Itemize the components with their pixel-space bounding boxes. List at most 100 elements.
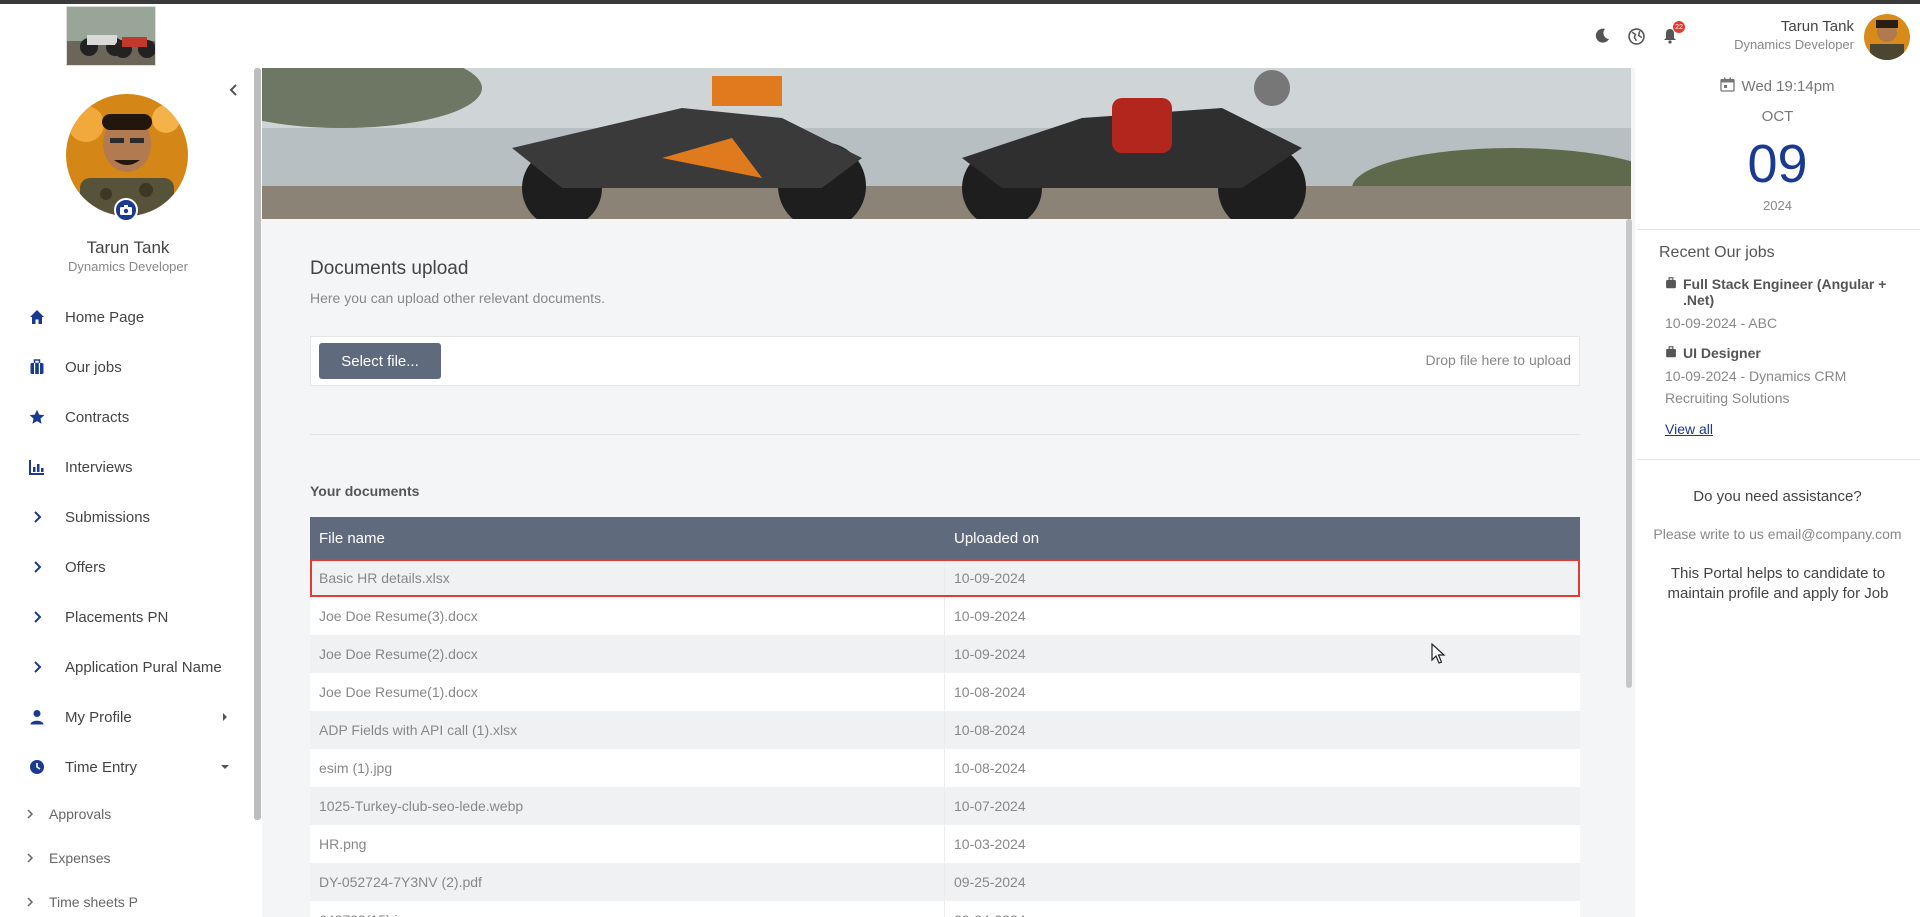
file-name-cell: Joe Doe Resume(3).docx xyxy=(310,597,945,635)
header-avatar[interactable] xyxy=(1864,14,1910,60)
moon-icon[interactable] xyxy=(1592,26,1612,46)
table-row[interactable]: DY-052724-7Y3NV (2).pdf 09-25-2024 xyxy=(310,863,1580,901)
header-user-name: Tarun Tank xyxy=(1780,18,1854,35)
uploaded-on-cell: 10-08-2024 xyxy=(954,684,1026,700)
calendar-month: OCT xyxy=(1761,108,1794,125)
table-row[interactable]: HR.png 10-03-2024 xyxy=(310,825,1580,863)
recent-job-title[interactable]: UI Designer xyxy=(1683,345,1761,361)
sidebar-item-offers[interactable]: Offers xyxy=(0,542,250,592)
sidebar-subitem-label: Approvals xyxy=(49,806,112,822)
briefcase-icon xyxy=(28,358,46,376)
recent-job-title[interactable]: Full Stack Engineer (Angular + .Net) xyxy=(1683,276,1905,308)
sidebar-scrollbar[interactable] xyxy=(254,68,261,820)
uploaded-on-cell: 10-09-2024 xyxy=(954,570,1026,586)
chevron-down-icon xyxy=(218,760,232,774)
recent-job-meta: 10-09-2024 - Dynamics CRM Recruiting Sol… xyxy=(1665,368,1847,406)
assistance-title: Do you need assistance? xyxy=(1693,488,1862,505)
table-row[interactable]: Joe Doe Resume(1).docx 10-08-2024 xyxy=(310,673,1580,711)
file-name-cell: 1025-Turkey-club-seo-lede.webp xyxy=(310,787,945,825)
assistance-portal-text: This Portal helps to candidate to mainta… xyxy=(1667,565,1889,602)
column-header-uploaded-on[interactable]: Uploaded on xyxy=(945,530,1039,547)
chevron-right-icon xyxy=(28,508,46,526)
documents-title: Your documents xyxy=(310,483,420,499)
recent-job-item[interactable]: UI Designer 10-09-2024 - Dynamics CRM Re… xyxy=(1665,345,1905,409)
chevron-left-icon[interactable] xyxy=(226,82,242,98)
table-row[interactable]: Joe Doe Resume(3).docx 10-09-2024 xyxy=(310,597,1580,635)
drop-hint: Drop file here to upload xyxy=(1425,352,1571,368)
chevron-right-icon xyxy=(26,809,36,819)
calendar-time-line: Wed 19:14pm xyxy=(1635,77,1920,96)
uploaded-on-cell: 10-03-2024 xyxy=(954,836,1026,852)
sidebar-subitem-expenses[interactable]: Expenses xyxy=(0,836,250,880)
sidebar-item-application[interactable]: Application Pural Name xyxy=(0,642,250,692)
uploaded-on-cell: 09-24-2024 xyxy=(945,912,1026,917)
profile-role: Dynamics Developer xyxy=(68,259,188,274)
user-icon xyxy=(28,708,46,726)
briefcase-icon xyxy=(1665,276,1677,308)
sidebar-item-label: Placements PN xyxy=(65,608,169,626)
file-name-cell: DY-052724-7Y3NV (2).pdf xyxy=(310,863,945,901)
file-name-cell: Joe Doe Resume(2).docx xyxy=(310,635,945,673)
table-row[interactable]: Basic HR details.xlsx 10-09-2024 xyxy=(310,559,1580,597)
sidebar-item-label: Home Page xyxy=(65,308,145,326)
table-row[interactable]: esim (1).jpg 10-08-2024 xyxy=(310,749,1580,787)
uploaded-on-cell: 10-08-2024 xyxy=(954,760,1026,776)
recent-job-item[interactable]: Full Stack Engineer (Angular + .Net) 10-… xyxy=(1665,276,1905,334)
mouse-cursor-icon xyxy=(1431,642,1447,670)
sidebar-subitem-timesheets[interactable]: Time sheets P xyxy=(0,880,250,917)
sidebar-item-interviews[interactable]: Interviews xyxy=(0,442,250,492)
chevron-right-icon xyxy=(218,710,232,724)
chevron-right-icon xyxy=(28,658,46,676)
sidebar-item-my-profile[interactable]: My Profile xyxy=(0,692,250,742)
sidebar: Tarun Tank Dynamics Developer Home Page … xyxy=(0,68,262,917)
logo[interactable] xyxy=(66,6,156,66)
bell-icon[interactable]: 22 xyxy=(1660,21,1685,46)
sidebar-item-label: Submissions xyxy=(65,508,151,526)
clock-icon xyxy=(28,758,46,776)
file-name-cell: Basic HR details.xlsx xyxy=(310,559,945,597)
recent-jobs-title: Recent Our jobs xyxy=(1659,244,1775,261)
sidebar-subitem-approvals[interactable]: Approvals xyxy=(0,792,250,836)
divider xyxy=(1637,459,1920,460)
sidebar-item-contracts[interactable]: Contracts xyxy=(0,392,250,442)
column-header-file-name[interactable]: File name xyxy=(310,530,945,547)
table-row[interactable]: 1025-Turkey-club-seo-lede.webp 10-07-202… xyxy=(310,787,1580,825)
file-name-cell: esim (1).jpg xyxy=(310,749,945,787)
upload-dropzone[interactable]: Select file... Drop file here to upload xyxy=(310,336,1580,386)
sidebar-subitem-label: Time sheets P xyxy=(49,894,138,910)
sidebar-nav: Home Page Our jobs Contracts Interviews … xyxy=(0,292,250,917)
view-all-link[interactable]: View all xyxy=(1665,421,1713,437)
notification-badge: 22 xyxy=(1673,21,1685,33)
chevron-right-icon xyxy=(26,853,36,863)
right-panel: Wed 19:14pm OCT 09 2024 Recent Our jobs … xyxy=(1635,68,1920,917)
globe-icon[interactable] xyxy=(1626,26,1646,46)
sidebar-item-time-entry[interactable]: Time Entry xyxy=(0,742,250,792)
uploaded-on-cell: 10-08-2024 xyxy=(954,722,1026,738)
camera-icon[interactable] xyxy=(114,198,138,222)
table-row[interactable]: 642723(15).jpg 09-24-2024 xyxy=(310,901,1580,917)
uploaded-on-cell: 09-25-2024 xyxy=(954,874,1026,890)
sidebar-item-label: Contracts xyxy=(65,408,130,426)
table-row[interactable]: ADP Fields with API call (1).xlsx 10-08-… xyxy=(310,711,1580,749)
header-user[interactable]: Tarun Tank Dynamics Developer xyxy=(1734,18,1854,52)
upload-title: Documents upload xyxy=(310,258,469,279)
file-name-cell: ADP Fields with API call (1).xlsx xyxy=(310,711,945,749)
header-user-role: Dynamics Developer xyxy=(1734,37,1854,52)
sidebar-item-home[interactable]: Home Page xyxy=(0,292,250,342)
sidebar-item-label: Application Pural Name xyxy=(65,658,222,676)
main-content: Documents upload Here you can upload oth… xyxy=(262,68,1635,917)
select-file-button[interactable]: Select file... xyxy=(319,343,441,379)
upload-description: Here you can upload other relevant docum… xyxy=(310,290,605,306)
sidebar-item-our-jobs[interactable]: Our jobs xyxy=(0,342,250,392)
main-scrollbar[interactable] xyxy=(1626,219,1632,688)
file-name-cell: 642723(15).jpg xyxy=(310,901,945,917)
file-name-cell: HR.png xyxy=(310,825,945,863)
sidebar-item-submissions[interactable]: Submissions xyxy=(0,492,250,542)
profile-name: Tarun Tank xyxy=(86,238,170,257)
table-row[interactable]: Joe Doe Resume(2).docx 10-09-2024 xyxy=(310,635,1580,673)
sidebar-item-label: Offers xyxy=(65,558,106,576)
uploaded-on-cell: 10-09-2024 xyxy=(954,646,1026,662)
table-header: File name Uploaded on xyxy=(310,517,1580,559)
chart-icon xyxy=(28,458,46,476)
sidebar-item-placements[interactable]: Placements PN xyxy=(0,592,250,642)
